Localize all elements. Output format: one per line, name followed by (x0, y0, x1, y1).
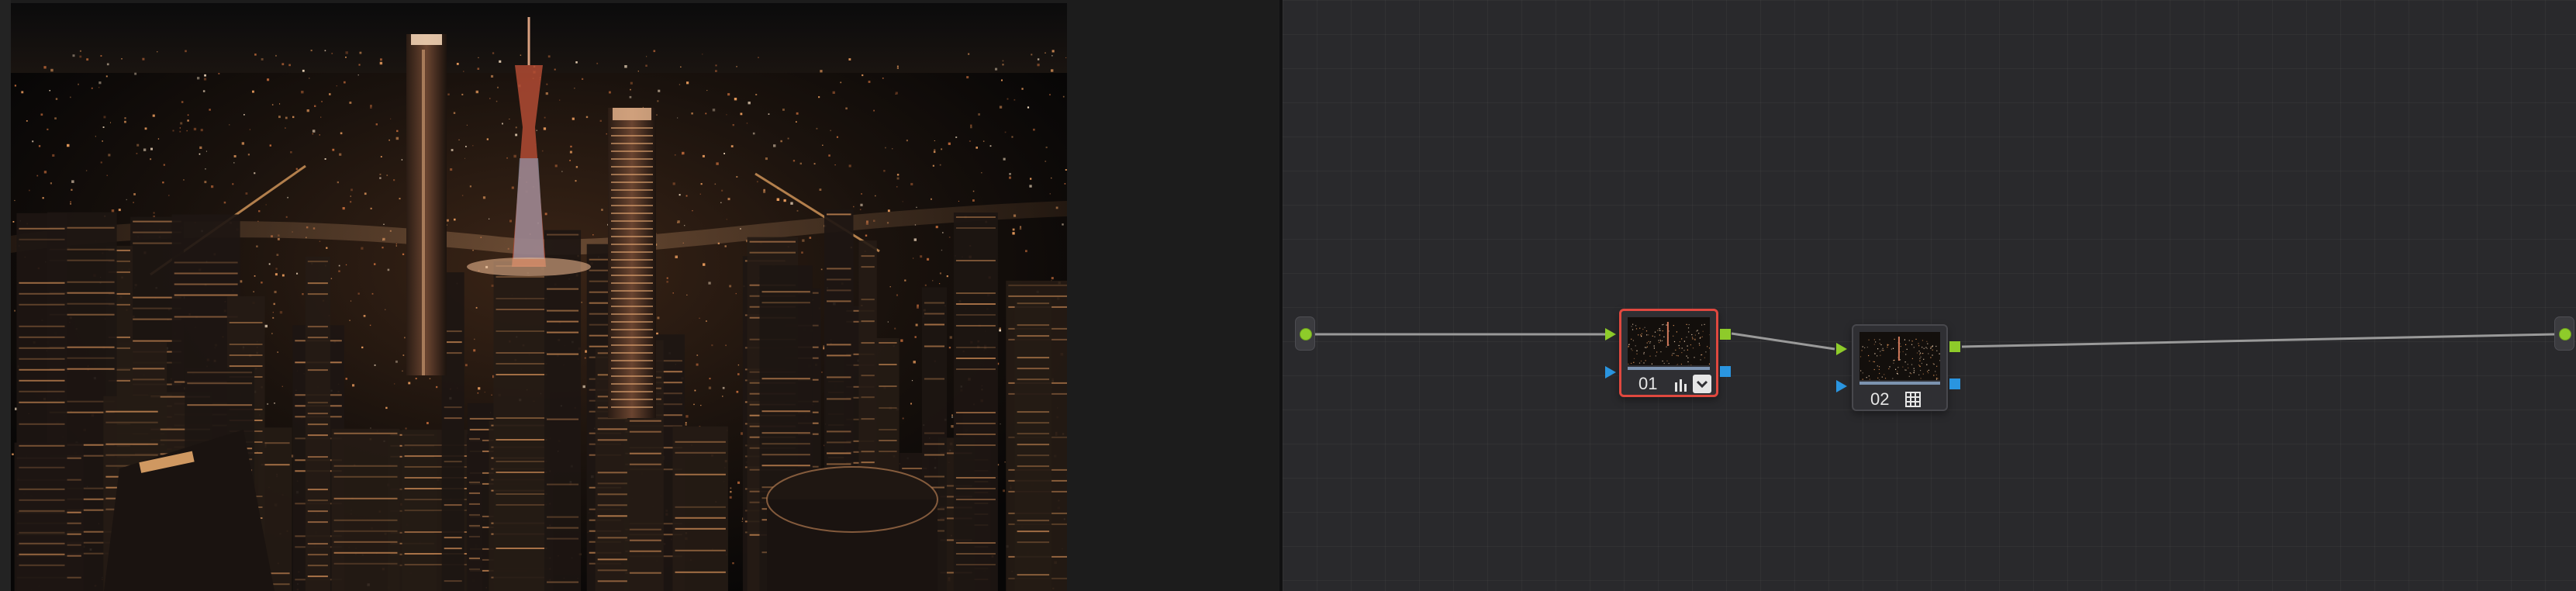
node-02-rgb-input[interactable] (1836, 343, 1847, 355)
wire-02-to-output (1961, 333, 2555, 348)
node-02-alpha-input[interactable] (1836, 380, 1847, 392)
node-editor[interactable]: 01 02 (1283, 0, 2576, 591)
source-input-port[interactable] (1295, 316, 1315, 351)
node-01-thumb-image (1628, 317, 1710, 365)
tower-left (406, 34, 447, 375)
node-02-alpha-output[interactable] (1949, 378, 1960, 389)
viewer-panel (0, 0, 1279, 591)
grid-icon[interactable] (1904, 391, 1922, 408)
node-01-alpha-output[interactable] (1720, 366, 1731, 377)
node-02[interactable]: 02 (1852, 324, 1948, 411)
round-building (766, 466, 938, 591)
node-02-thumb-image (1859, 332, 1940, 380)
wire-01-to-02 (1731, 332, 1835, 351)
node-02-thumbnail (1859, 332, 1940, 380)
city-night-image (11, 3, 1067, 591)
chevron-down-icon (1696, 380, 1708, 389)
node-01-dropdown[interactable] (1693, 375, 1711, 393)
viewer-edge (0, 0, 11, 591)
histogram-icon[interactable] (1673, 376, 1690, 393)
node-01-alpha-input[interactable] (1605, 366, 1616, 378)
node-02-status-bar (1859, 382, 1940, 385)
node-02-label: 02 (1870, 389, 1890, 409)
node-02-rgb-output[interactable] (1949, 341, 1960, 352)
viewer-image[interactable] (11, 3, 1067, 591)
output-port[interactable] (2554, 316, 2574, 351)
node-01-thumbnail (1628, 317, 1710, 365)
node-01-rgb-input[interactable] (1605, 328, 1616, 340)
app-root: 01 02 (0, 0, 2576, 591)
node-01-status-bar (1628, 367, 1710, 370)
node-wires (1306, 332, 2555, 351)
node-01-label: 01 (1638, 374, 1658, 393)
node-01-rgb-output[interactable] (1720, 329, 1731, 340)
node-01[interactable]: 01 (1619, 309, 1718, 397)
source-output-dot[interactable] (1300, 328, 1312, 340)
tower-right (608, 108, 656, 418)
output-input-dot[interactable] (2559, 328, 2571, 340)
